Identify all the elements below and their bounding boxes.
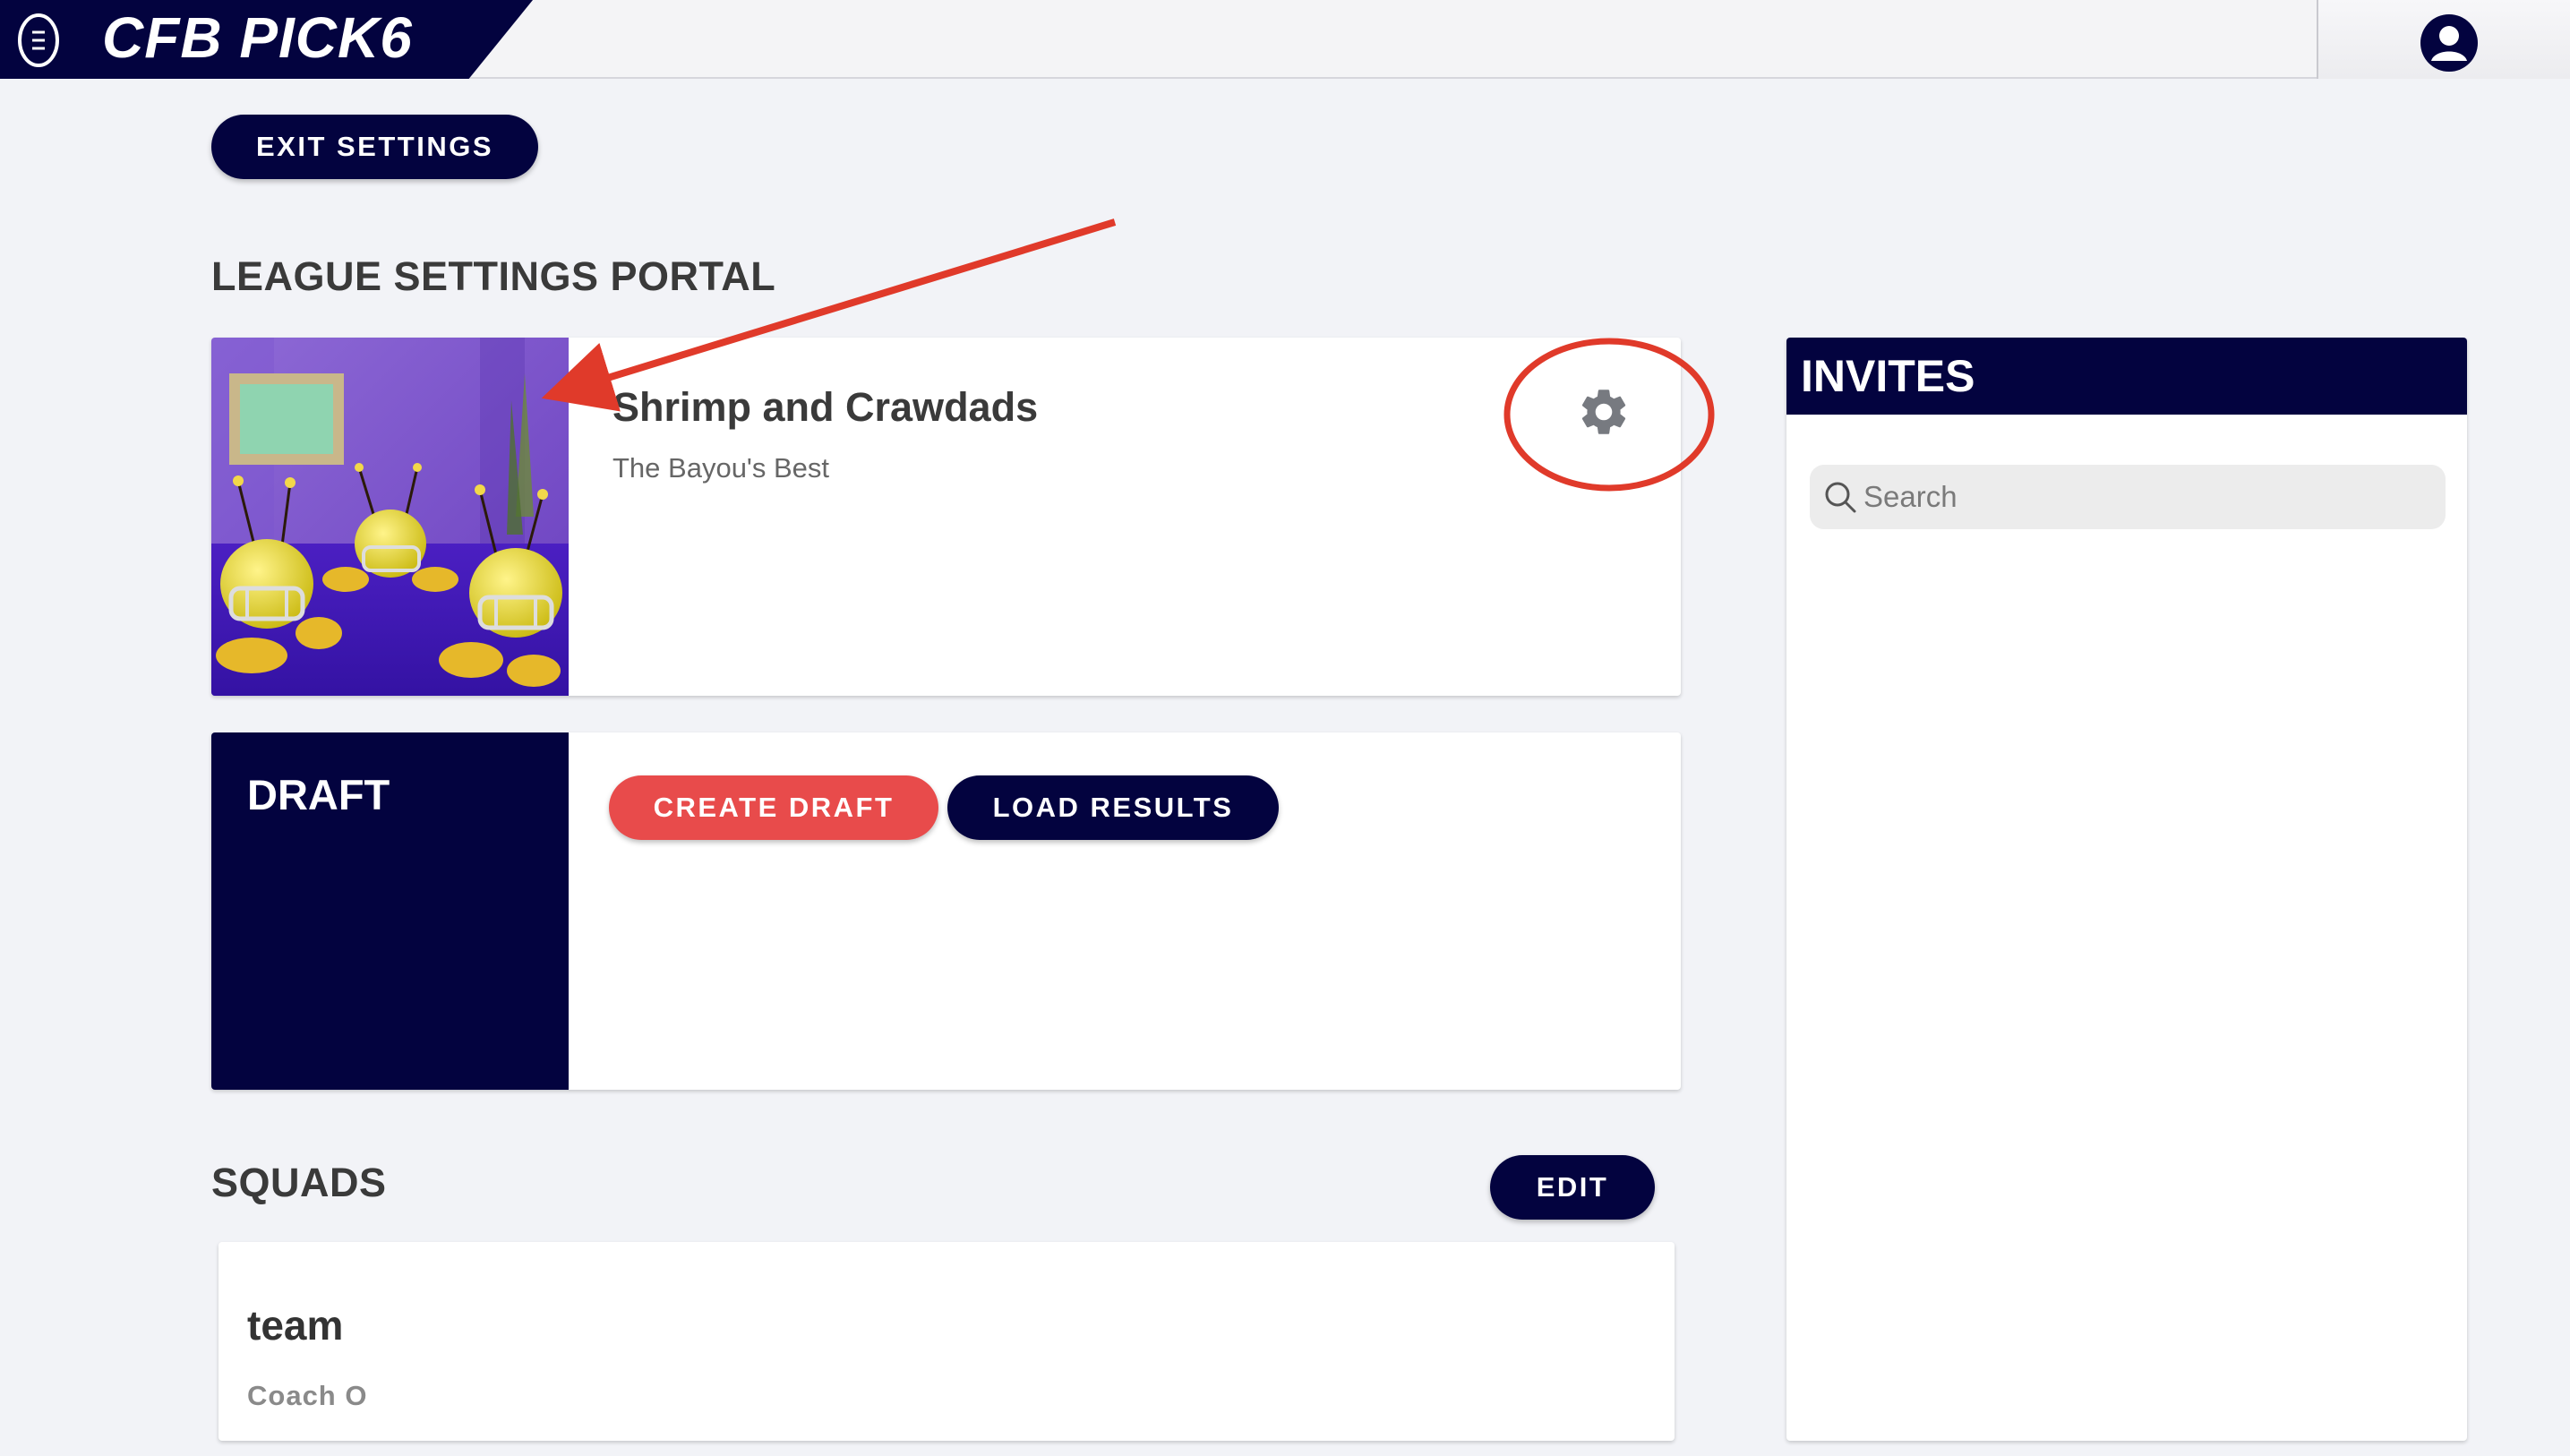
draft-card: DRAFT CREATE DRAFT LOAD RESULTS — [211, 732, 1681, 1090]
app-title: CFB PICK6 — [102, 5, 413, 70]
league-card: Shrimp and Crawdads The Bayou's Best — [211, 338, 1681, 696]
league-tagline: The Bayou's Best — [613, 452, 829, 484]
account-area — [2317, 0, 2570, 79]
squads-title: SQUADS — [211, 1160, 387, 1205]
draft-label: DRAFT — [247, 771, 390, 818]
page-title: LEAGUE SETTINGS PORTAL — [211, 253, 776, 299]
squad-coach-name: Coach O — [247, 1380, 368, 1411]
gear-icon[interactable] — [1576, 384, 1632, 440]
league-name: Shrimp and Crawdads — [613, 384, 1039, 430]
invites-title: INVITES — [1801, 351, 1975, 401]
search-icon — [1825, 482, 1856, 513]
squad-card[interactable]: team Coach O — [218, 1242, 1675, 1441]
draft-side-panel: DRAFT — [211, 732, 569, 1090]
invites-search-input[interactable] — [1863, 465, 2428, 529]
invites-search-box[interactable] — [1810, 465, 2446, 529]
top-bar: CFB PICK6 — [0, 0, 2570, 79]
account-circle-icon[interactable] — [2419, 13, 2480, 73]
load-results-button[interactable]: LOAD RESULTS — [947, 775, 1279, 840]
football-menu-icon[interactable] — [16, 13, 61, 68]
brand-banner[interactable]: CFB PICK6 — [0, 0, 533, 79]
invites-panel: INVITES — [1786, 338, 2467, 1441]
edit-squads-button[interactable]: EDIT — [1490, 1155, 1655, 1220]
create-draft-button[interactable]: CREATE DRAFT — [609, 775, 938, 840]
invites-header: INVITES — [1786, 338, 2467, 415]
exit-settings-button[interactable]: EXIT SETTINGS — [211, 115, 538, 179]
squad-team-name: team — [247, 1302, 344, 1349]
league-logo-image — [211, 338, 569, 696]
